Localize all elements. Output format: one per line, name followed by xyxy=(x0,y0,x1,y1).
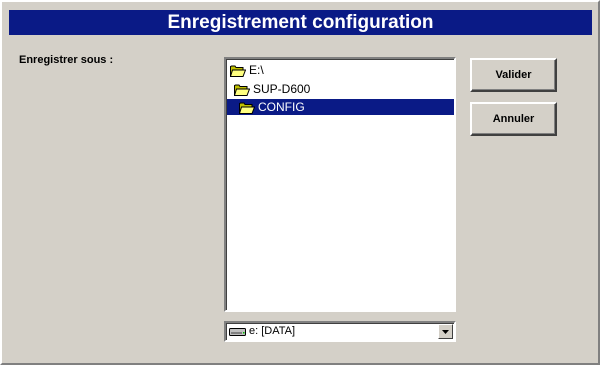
tree-item-drive-root[interactable]: E:\ xyxy=(230,62,264,78)
cancel-button[interactable]: Annuler xyxy=(470,102,557,136)
open-folder-icon xyxy=(230,65,246,77)
drive-select-value: e: [DATA] xyxy=(229,324,295,339)
open-folder-icon xyxy=(234,84,250,96)
tree-item-label: E:\ xyxy=(249,63,264,77)
tree-item-sup-d600[interactable]: SUP-D600 xyxy=(234,81,310,97)
open-folder-icon xyxy=(239,102,255,114)
tree-item-config-selected[interactable]: CONFIG xyxy=(227,99,454,115)
dropdown-arrow-button[interactable] xyxy=(438,324,453,339)
save-as-label: Enregistrer sous : xyxy=(19,54,114,66)
folder-tree[interactable]: E:\ SUP-D600 CONFIG xyxy=(224,57,456,312)
validate-button[interactable]: Valider xyxy=(470,58,557,92)
chevron-down-icon xyxy=(442,329,449,334)
drive-select-label: e: [DATA] xyxy=(249,325,296,337)
drive-select[interactable]: e: [DATA] xyxy=(224,321,456,342)
drive-icon xyxy=(229,327,246,336)
dialog-title: Enregistrement configuration xyxy=(9,10,592,35)
tree-item-label: SUP-D600 xyxy=(253,82,311,96)
tree-item-label: CONFIG xyxy=(258,100,305,114)
